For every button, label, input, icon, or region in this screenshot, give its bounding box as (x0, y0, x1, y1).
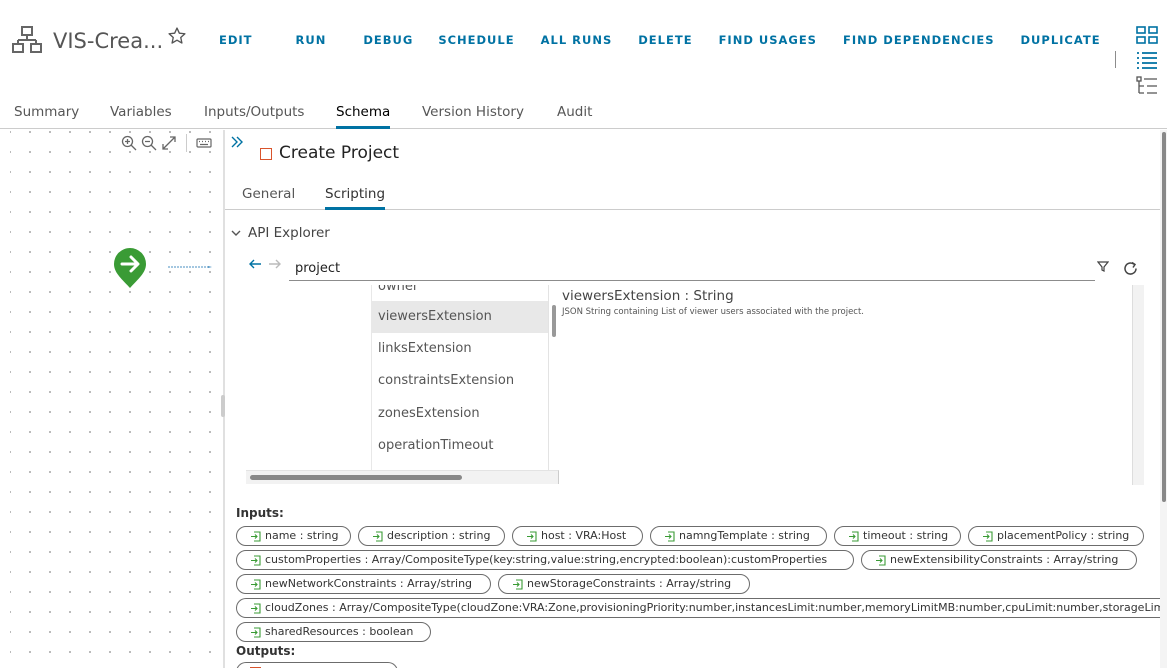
input-chip[interactable]: cloudZones : Array/CompositeType(cloudZo… (236, 598, 1160, 618)
element-subtabs: General Scripting (225, 179, 1165, 210)
output-chip[interactable] (236, 662, 398, 668)
start-node[interactable] (112, 246, 148, 290)
input-parameter-icon (251, 531, 261, 542)
input-chip[interactable]: description : string (358, 526, 505, 546)
tree-item-selected[interactable]: viewersExtension (372, 301, 548, 333)
input-chip[interactable]: namngTemplate : string (650, 526, 827, 546)
duplicate-button[interactable]: DUPLICATE (1008, 33, 1114, 47)
input-chip[interactable]: newExtensibilityConstraints : Array/stri… (861, 550, 1137, 570)
tree-view-icon[interactable] (1135, 76, 1159, 96)
detail-vertical-scrollbar[interactable] (1132, 285, 1144, 485)
all-runs-button[interactable]: ALL RUNS (528, 33, 626, 47)
workflow-header: VIS-Crea... EDIT RUN DEBUG SCHEDULE ALL … (0, 0, 1167, 100)
chevron-down-icon (231, 230, 241, 236)
inputs-label: Inputs: (236, 506, 284, 520)
grid-view-icon[interactable] (1135, 25, 1159, 45)
tab-variables[interactable]: Variables (110, 104, 172, 129)
api-search-input[interactable] (289, 257, 1095, 281)
input-parameter-icon (983, 531, 993, 542)
list-view-icon[interactable] (1135, 50, 1159, 70)
action-bar: EDIT RUN DEBUG SCHEDULE ALL RUNS DELETE … (206, 33, 1114, 47)
subtab-general[interactable]: General (242, 186, 295, 210)
input-chip[interactable]: sharedResources : boolean (236, 622, 431, 642)
double-chevron-right-icon[interactable] (230, 135, 244, 149)
input-chip[interactable]: newStorageConstraints : Array/string (498, 574, 750, 594)
tree-item[interactable]: constraintsExtension (372, 365, 548, 397)
delete-button[interactable]: DELETE (625, 33, 705, 47)
input-parameter-icon (849, 531, 859, 542)
keyboard-icon[interactable] (195, 134, 213, 152)
filter-icon[interactable] (1097, 260, 1109, 272)
input-parameter-icon (513, 579, 523, 590)
schedule-button[interactable]: SCHEDULE (425, 33, 527, 47)
input-chip[interactable]: placementPolicy : string (968, 526, 1144, 546)
zoom-in-icon[interactable] (120, 134, 138, 152)
arrow-left-icon[interactable] (247, 257, 263, 271)
task-icon (260, 148, 272, 160)
input-parameter-icon (251, 555, 261, 566)
tree-vertical-scroll-thumb[interactable] (552, 305, 556, 337)
arrow-right-icon[interactable] (267, 257, 283, 271)
tab-audit[interactable]: Audit (557, 104, 592, 129)
canvas-toolbar (120, 134, 215, 152)
workflow-icon (12, 26, 42, 53)
api-explorer-header[interactable]: API Explorer (230, 225, 330, 241)
api-explorer-label: API Explorer (248, 225, 330, 241)
input-parameter-icon (251, 579, 261, 590)
tree-horizontal-scroll-thumb[interactable] (250, 475, 462, 480)
input-chip[interactable]: host : VRA:Host (512, 526, 643, 546)
input-parameter-icon (373, 531, 383, 542)
zoom-out-icon[interactable] (140, 134, 158, 152)
tab-summary[interactable]: Summary (14, 104, 79, 129)
page-vertical-scrollbar[interactable] (1160, 130, 1167, 668)
input-parameter-icon (876, 555, 886, 566)
input-parameter-icon (251, 603, 261, 614)
input-chip[interactable]: timeout : string (834, 526, 961, 546)
tab-schema[interactable]: Schema (336, 104, 391, 129)
header-divider (1115, 51, 1116, 68)
input-parameter-icon (527, 531, 537, 542)
element-title: Create Project (279, 143, 400, 163)
api-detail-description: JSON String containing List of viewer us… (562, 307, 865, 317)
input-chip[interactable]: newNetworkConstraints : Array/string (236, 574, 491, 594)
toolbar-separator (186, 134, 187, 152)
refresh-icon[interactable] (1122, 260, 1139, 277)
tree-horizontal-scrollbar[interactable] (246, 470, 559, 484)
api-explorer: owner viewersExtension linksExtension co… (246, 285, 1144, 485)
edit-button[interactable]: EDIT (206, 33, 266, 47)
tab-version-history[interactable]: Version History (422, 104, 524, 129)
input-parameter-icon (665, 531, 675, 542)
input-chip[interactable]: name : string (236, 526, 351, 546)
element-properties-panel: Create Project General Scripting API Exp… (225, 130, 1167, 668)
api-detail-pane: viewersExtension : String JSON String co… (560, 285, 1133, 485)
run-button[interactable]: RUN (283, 33, 340, 47)
find-dependencies-button[interactable]: FIND DEPENDENCIES (830, 33, 1008, 47)
page-vertical-scroll-thumb[interactable] (1162, 132, 1166, 502)
tree-item[interactable]: linksExtension (372, 333, 548, 365)
schema-canvas[interactable] (10, 130, 223, 668)
outputs-label: Outputs: (236, 644, 296, 658)
fit-screen-icon[interactable] (160, 134, 178, 152)
tab-inputs-outputs[interactable]: Inputs/Outputs (204, 104, 304, 129)
connector-line (168, 266, 212, 268)
api-detail-title: viewersExtension : String (562, 288, 734, 304)
tree-item[interactable]: zonesExtension (372, 398, 548, 430)
api-tree-list[interactable]: owner viewersExtension linksExtension co… (372, 285, 548, 470)
input-parameter-icon (251, 627, 261, 638)
favorite-star-icon[interactable] (167, 26, 187, 46)
debug-button[interactable]: DEBUG (350, 33, 426, 47)
tree-indent-area (246, 285, 372, 482)
main-tabs: Summary Variables Inputs/Outputs Schema … (0, 100, 1167, 129)
tree-item[interactable]: operationTimeout (372, 430, 548, 462)
find-usages-button[interactable]: FIND USAGES (706, 33, 830, 47)
input-chip[interactable]: customProperties : Array/CompositeType(k… (236, 550, 854, 570)
subtab-scripting[interactable]: Scripting (325, 186, 386, 210)
workflow-title: VIS-Crea... (53, 29, 164, 53)
tree-vertical-scrollbar[interactable] (548, 285, 558, 470)
